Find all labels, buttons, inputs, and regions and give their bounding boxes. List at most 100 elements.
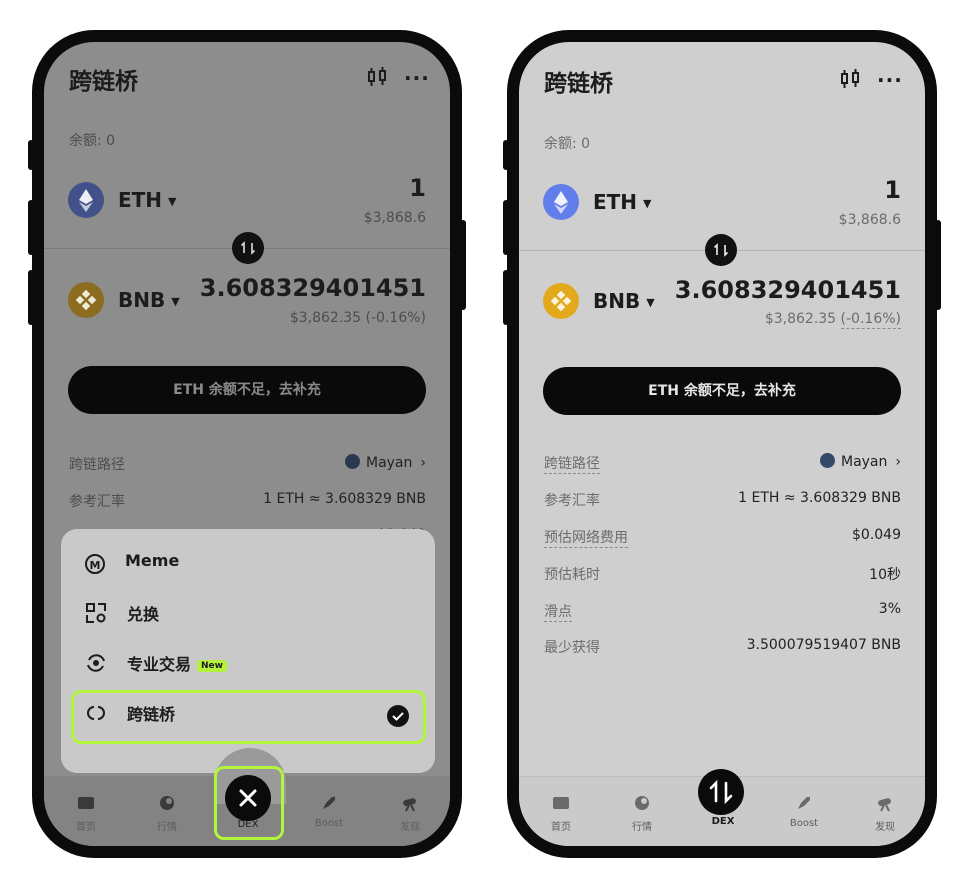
from-token-select[interactable]: ETH ▼ (118, 188, 177, 212)
menu-item-pro-trade[interactable]: 专业交易 New (85, 651, 227, 681)
balance-label: 余额: 0 (69, 133, 116, 149)
screen: 跨链桥 ··· 余额: 0 ETH ▼ 1 $3,868.6 BNB ▼ 3.608… (519, 42, 925, 846)
more-icon[interactable]: ··· (877, 68, 903, 92)
top-up-button[interactable]: ETH 余额不足，去补充 (543, 367, 901, 415)
menu-item-meme[interactable]: M Meme (85, 551, 179, 581)
price-change[interactable]: (-0.16%) (840, 311, 901, 329)
from-token-symbol: ETH (593, 190, 638, 214)
tab-market[interactable]: 行情 (137, 794, 197, 833)
side-button (503, 200, 509, 255)
tab-boost[interactable]: Boost (774, 794, 834, 829)
market-icon (633, 794, 651, 812)
dex-highlight (214, 766, 284, 840)
from-token-select[interactable]: ETH ▼ (593, 190, 652, 214)
to-token-select[interactable]: BNB ▼ (593, 289, 655, 313)
rate-value: 1 ETH ≈ 3.608329 BNB (738, 490, 901, 506)
route-value: Mayan (840, 454, 888, 470)
route-selector[interactable]: Mayan › (819, 453, 901, 470)
eth-logo-icon (68, 182, 104, 218)
chevron-right-icon: › (420, 455, 426, 471)
phone-left: 跨链桥 ··· 余额: 0 ETH ▼ 1 $3,868.6 BNB ▼ 3.608… (28, 30, 466, 858)
min-value: 3.500079519407 BNB (746, 637, 901, 653)
slippage-label[interactable]: 滑点 (544, 604, 572, 622)
fee-label[interactable]: 预估网络费用 (544, 530, 628, 548)
tab-boost-label: Boost (314, 818, 344, 829)
tab-bar: 首页 行情 DEX Boost 发现 (519, 769, 925, 846)
swap-direction-button[interactable] (232, 232, 264, 264)
tab-dex-label: DEX (711, 816, 735, 827)
time-value: 10秒 (869, 567, 901, 583)
tab-discover[interactable]: 发现 (380, 794, 440, 833)
swap-arrows-icon (709, 779, 733, 805)
candlestick-icon[interactable] (366, 66, 388, 92)
balance-label: 余额: 0 (544, 136, 591, 152)
market-icon (158, 794, 176, 812)
rate-label: 参考汇率 (69, 494, 125, 510)
rocket-icon (320, 794, 338, 812)
side-button (28, 270, 34, 325)
tab-boost[interactable]: Boost (299, 794, 359, 829)
price-change[interactable]: (-0.16%) (365, 310, 426, 328)
mayan-icon (344, 454, 360, 469)
tab-home[interactable]: 首页 (531, 794, 591, 833)
swap-direction-button[interactable] (705, 234, 737, 266)
menu-item-meme-label: Meme (125, 551, 180, 570)
tab-dex[interactable]: DEX (693, 816, 753, 827)
dex-menu-button[interactable] (698, 769, 744, 815)
telescope-icon (876, 794, 894, 812)
bridge-highlight (71, 690, 426, 744)
side-button (28, 140, 34, 170)
menu-item-swap[interactable]: 兑换 (85, 601, 159, 631)
chevron-right-icon: › (895, 454, 901, 470)
pro-trade-icon (85, 652, 107, 678)
to-token-select[interactable]: BNB ▼ (118, 288, 180, 312)
to-usd-line: $3,862.35 (-0.16%) (764, 311, 901, 329)
tab-discover-label: 发现 (875, 822, 895, 833)
side-button (28, 200, 34, 255)
chevron-down-icon: ▼ (646, 296, 655, 309)
to-token-symbol: BNB (118, 288, 166, 312)
fee-value: $0.049 (852, 527, 901, 543)
candlestick-icon[interactable] (839, 68, 861, 94)
top-up-button[interactable]: ETH 余额不足，去补充 (68, 366, 426, 414)
swap-icon (85, 602, 107, 628)
mayan-icon (819, 453, 835, 468)
wallet-icon (552, 794, 570, 812)
tab-discover[interactable]: 发现 (855, 794, 915, 833)
min-label: 最少获得 (544, 640, 600, 656)
from-amount[interactable]: 1 (884, 176, 901, 204)
time-label: 预估耗时 (544, 567, 600, 583)
route-label[interactable]: 跨链路径 (544, 456, 600, 474)
tab-market-label: 行情 (632, 822, 652, 833)
bnb-logo-icon (68, 282, 104, 318)
route-label[interactable]: 跨链路径 (69, 457, 125, 475)
tab-bar: 首页 行情 DEX Boost 发现 (44, 748, 450, 846)
rocket-icon (795, 794, 813, 812)
from-amount[interactable]: 1 (409, 174, 426, 202)
telescope-icon (401, 794, 419, 812)
to-usd-line: $3,862.35 (-0.16%) (290, 310, 426, 328)
slippage-value[interactable]: 3% (879, 601, 901, 617)
side-button (503, 140, 509, 170)
tab-discover-label: 发现 (400, 822, 420, 833)
tab-market-label: 行情 (157, 822, 177, 833)
screen: 跨链桥 ··· 余额: 0 ETH ▼ 1 $3,868.6 BNB ▼ 3.608… (44, 42, 450, 846)
from-token-symbol: ETH (118, 188, 163, 212)
side-button (503, 270, 509, 325)
meme-icon: M (85, 554, 105, 574)
route-selector[interactable]: Mayan › (344, 454, 426, 471)
tab-home-label: 首页 (551, 822, 571, 833)
tab-home[interactable]: 首页 (56, 794, 116, 833)
to-amount: 3.608329401451 (199, 274, 426, 302)
tab-market[interactable]: 行情 (612, 794, 672, 833)
more-icon[interactable]: ··· (404, 66, 430, 90)
chevron-down-icon: ▼ (643, 197, 652, 210)
to-token-symbol: BNB (593, 289, 641, 313)
page-title: 跨链桥 (69, 69, 138, 95)
menu-item-swap-label: 兑换 (127, 605, 160, 624)
rate-label: 参考汇率 (544, 493, 600, 509)
to-usd: $3,862.35 (764, 311, 837, 327)
tab-home-label: 首页 (76, 822, 96, 833)
tab-boost-label: Boost (789, 818, 819, 829)
chevron-down-icon: ▼ (168, 195, 177, 208)
